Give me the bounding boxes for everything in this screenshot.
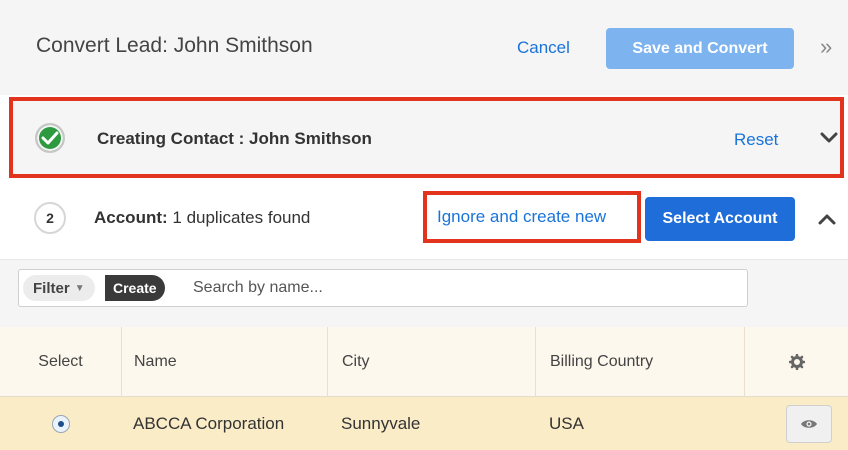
create-filter-pill[interactable]: Create bbox=[105, 275, 165, 301]
account-duplicates-label: Account: 1 duplicates found bbox=[94, 208, 310, 228]
duplicates-table: Select Name City Billing Country ABCCA C… bbox=[0, 327, 848, 450]
column-header-name[interactable]: Name bbox=[121, 327, 327, 397]
page-title: Convert Lead: John Smithson bbox=[36, 34, 313, 57]
column-header-billing-country[interactable]: Billing Country bbox=[535, 327, 744, 397]
convert-lead-header: Convert Lead: John Smithson Cancel Save … bbox=[0, 0, 848, 95]
ignore-highlight-box: Ignore and create new bbox=[423, 191, 641, 243]
chevron-up-icon[interactable] bbox=[818, 212, 836, 230]
check-circle-icon bbox=[35, 123, 65, 153]
gear-icon[interactable] bbox=[788, 354, 805, 370]
country-cell: USA bbox=[549, 413, 584, 433]
select-radio[interactable] bbox=[51, 414, 70, 433]
column-settings[interactable] bbox=[744, 327, 848, 397]
preview-button[interactable] bbox=[786, 405, 832, 443]
creating-contact-panel: Creating Contact : John Smithson Reset bbox=[9, 97, 844, 178]
duplicates-found-text: 1 duplicates found bbox=[167, 208, 311, 227]
filter-label: Filter bbox=[33, 279, 70, 297]
table-row[interactable]: ABCCA Corporation Sunnyvale USA bbox=[0, 397, 848, 450]
ignore-and-create-new-link[interactable]: Ignore and create new bbox=[437, 207, 606, 227]
eye-icon bbox=[801, 420, 817, 428]
select-account-button[interactable]: Select Account bbox=[645, 197, 795, 241]
creating-contact-label: Creating Contact : John Smithson bbox=[97, 129, 372, 148]
search-input[interactable]: Filter ▼ Create Search by name... bbox=[18, 269, 748, 307]
filter-dropdown[interactable]: Filter ▼ bbox=[23, 275, 95, 301]
column-header-city[interactable]: City bbox=[327, 327, 535, 397]
city-cell: Sunnyvale bbox=[341, 413, 421, 433]
account-panel: 2 Account: 1 duplicates found Ignore and… bbox=[0, 184, 848, 256]
filter-bar: Filter ▼ Create Search by name... bbox=[0, 259, 848, 327]
column-header-select[interactable]: Select bbox=[0, 327, 121, 397]
cancel-link[interactable]: Cancel bbox=[517, 38, 570, 58]
chevron-down-icon[interactable] bbox=[820, 131, 838, 149]
account-label-bold: Account: bbox=[94, 208, 168, 227]
reset-link[interactable]: Reset bbox=[734, 130, 778, 150]
select-cell bbox=[0, 397, 121, 450]
table-header: Select Name City Billing Country bbox=[0, 327, 848, 397]
name-cell: ABCCA Corporation bbox=[133, 413, 285, 433]
search-placeholder: Search by name... bbox=[193, 279, 323, 296]
save-and-convert-button[interactable]: Save and Convert bbox=[606, 28, 794, 69]
expand-panel-icon[interactable]: » bbox=[820, 34, 832, 60]
step-number-badge: 2 bbox=[34, 202, 66, 234]
caret-down-icon: ▼ bbox=[74, 282, 85, 294]
